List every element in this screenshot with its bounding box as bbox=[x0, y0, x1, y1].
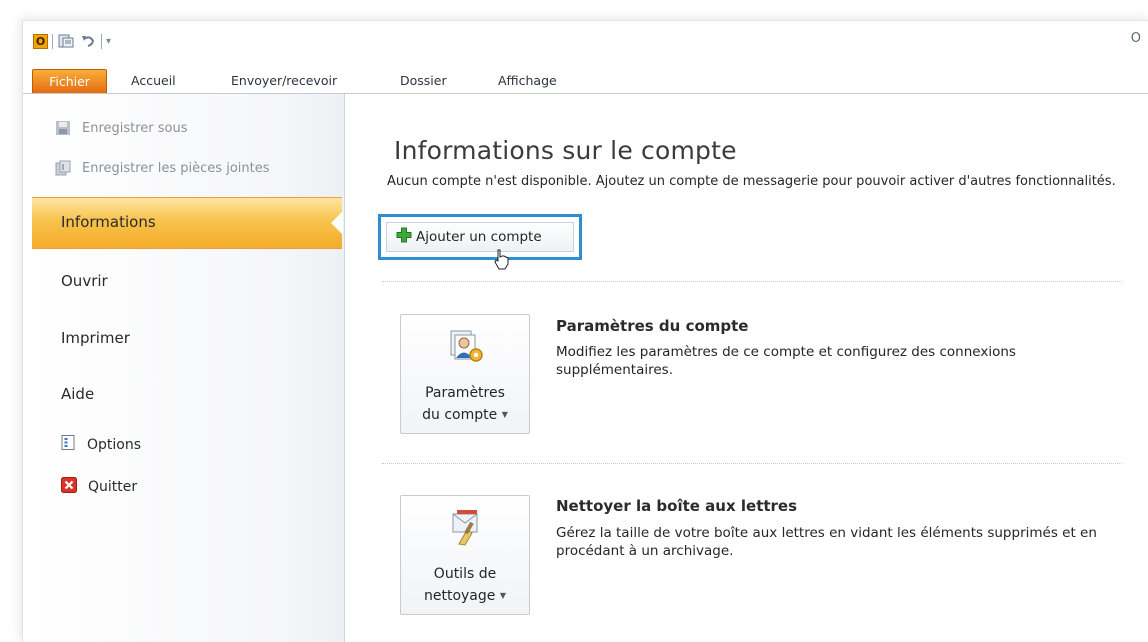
account-settings-button[interactable]: Paramètres du compte ▼ bbox=[400, 314, 530, 434]
nav-item-imprimer[interactable]: Imprimer bbox=[61, 329, 130, 347]
quit-command[interactable]: Quitter bbox=[61, 477, 137, 497]
undo-icon[interactable] bbox=[79, 32, 97, 50]
nav-item-aide[interactable]: Aide bbox=[61, 385, 94, 403]
chevron-down-icon: ▼ bbox=[499, 591, 506, 600]
cleanup-tools-button[interactable]: Outils de nettoyage ▼ bbox=[400, 495, 530, 615]
tab-affichage[interactable]: Affichage bbox=[498, 69, 557, 93]
tab-envoyer-recevoir[interactable]: Envoyer/recevoir bbox=[231, 69, 337, 93]
cleanup-tools-icon bbox=[445, 508, 485, 546]
outlook-window: O ▾ O Fichier Accueil Envoyer/recevoir D… bbox=[22, 20, 1148, 642]
save-as-command[interactable]: Enregistrer sous bbox=[54, 119, 188, 137]
send-receive-icon[interactable] bbox=[57, 32, 75, 50]
cleanup-title: Nettoyer la boîte aux lettres bbox=[556, 497, 798, 515]
cleanup-description: Gérez la taille de votre boîte aux lettr… bbox=[556, 525, 1097, 559]
backstage-nav: Enregistrer sous Enregistrer les pièces … bbox=[32, 94, 345, 642]
cleanup-tools-button-label: Outils de nettoyage ▼ bbox=[401, 564, 529, 607]
tab-accueil[interactable]: Accueil bbox=[131, 69, 176, 93]
no-account-description: Aucun compte n'est disponible. Ajoutez u… bbox=[387, 174, 1116, 189]
options-label: Options bbox=[87, 436, 142, 453]
save-attachments-icon bbox=[54, 159, 72, 177]
save-attachments-command[interactable]: Enregistrer les pièces jointes bbox=[54, 159, 270, 177]
account-settings-line2-text: du compte bbox=[422, 407, 498, 423]
quit-label: Quitter bbox=[88, 479, 138, 495]
options-command[interactable]: Options bbox=[61, 435, 141, 454]
quick-access-toolbar: O ▾ bbox=[33, 31, 111, 51]
toolbar-separator bbox=[101, 33, 102, 49]
save-as-icon bbox=[54, 119, 72, 137]
nav-item-informations[interactable]: Informations bbox=[32, 197, 343, 249]
nav-item-ouvrir[interactable]: Ouvrir bbox=[61, 272, 108, 290]
window-title: O bbox=[1130, 31, 1141, 46]
cleanup-tools-line2-text: nettoyage bbox=[423, 588, 496, 604]
save-as-label: Enregistrer sous bbox=[82, 120, 188, 136]
section-divider bbox=[382, 463, 1122, 464]
nav-item-label: Informations bbox=[61, 213, 156, 231]
page-title: Informations sur le compte bbox=[394, 136, 737, 165]
customize-dropdown-icon[interactable]: ▾ bbox=[106, 36, 111, 47]
account-settings-icon bbox=[445, 327, 485, 365]
chevron-down-icon: ▼ bbox=[501, 410, 508, 419]
account-settings-description: Modifiez les paramètres de ce compte et … bbox=[556, 344, 1016, 378]
cleanup-tools-line1: Outils de bbox=[433, 566, 497, 582]
add-account-button[interactable]: Ajouter un compte bbox=[386, 222, 574, 252]
tab-dossier[interactable]: Dossier bbox=[400, 69, 447, 93]
toolbar-separator bbox=[52, 33, 53, 49]
selection-pointer bbox=[331, 211, 343, 235]
account-settings-button-label: Paramètres du compte ▼ bbox=[401, 383, 529, 426]
account-settings-title: Paramètres du compte bbox=[556, 317, 749, 335]
add-account-label: Ajouter un compte bbox=[416, 229, 542, 245]
options-icon bbox=[61, 435, 76, 454]
section-divider bbox=[382, 281, 1122, 282]
save-attachments-label: Enregistrer les pièces jointes bbox=[82, 160, 270, 176]
plus-icon bbox=[396, 227, 412, 247]
ribbon-tabs: Fichier Accueil Envoyer/recevoir Dossier… bbox=[23, 69, 1148, 94]
account-settings-line2: du compte ▼ bbox=[401, 404, 529, 426]
tab-fichier[interactable]: Fichier bbox=[32, 69, 107, 93]
exit-icon bbox=[61, 477, 77, 497]
add-account-highlight: Ajouter un compte bbox=[378, 214, 582, 260]
cleanup-tools-line2: nettoyage ▼ bbox=[401, 585, 529, 607]
outlook-app-icon[interactable]: O bbox=[33, 33, 48, 49]
mouse-cursor-icon bbox=[493, 249, 511, 275]
account-settings-line1: Paramètres bbox=[425, 385, 505, 401]
